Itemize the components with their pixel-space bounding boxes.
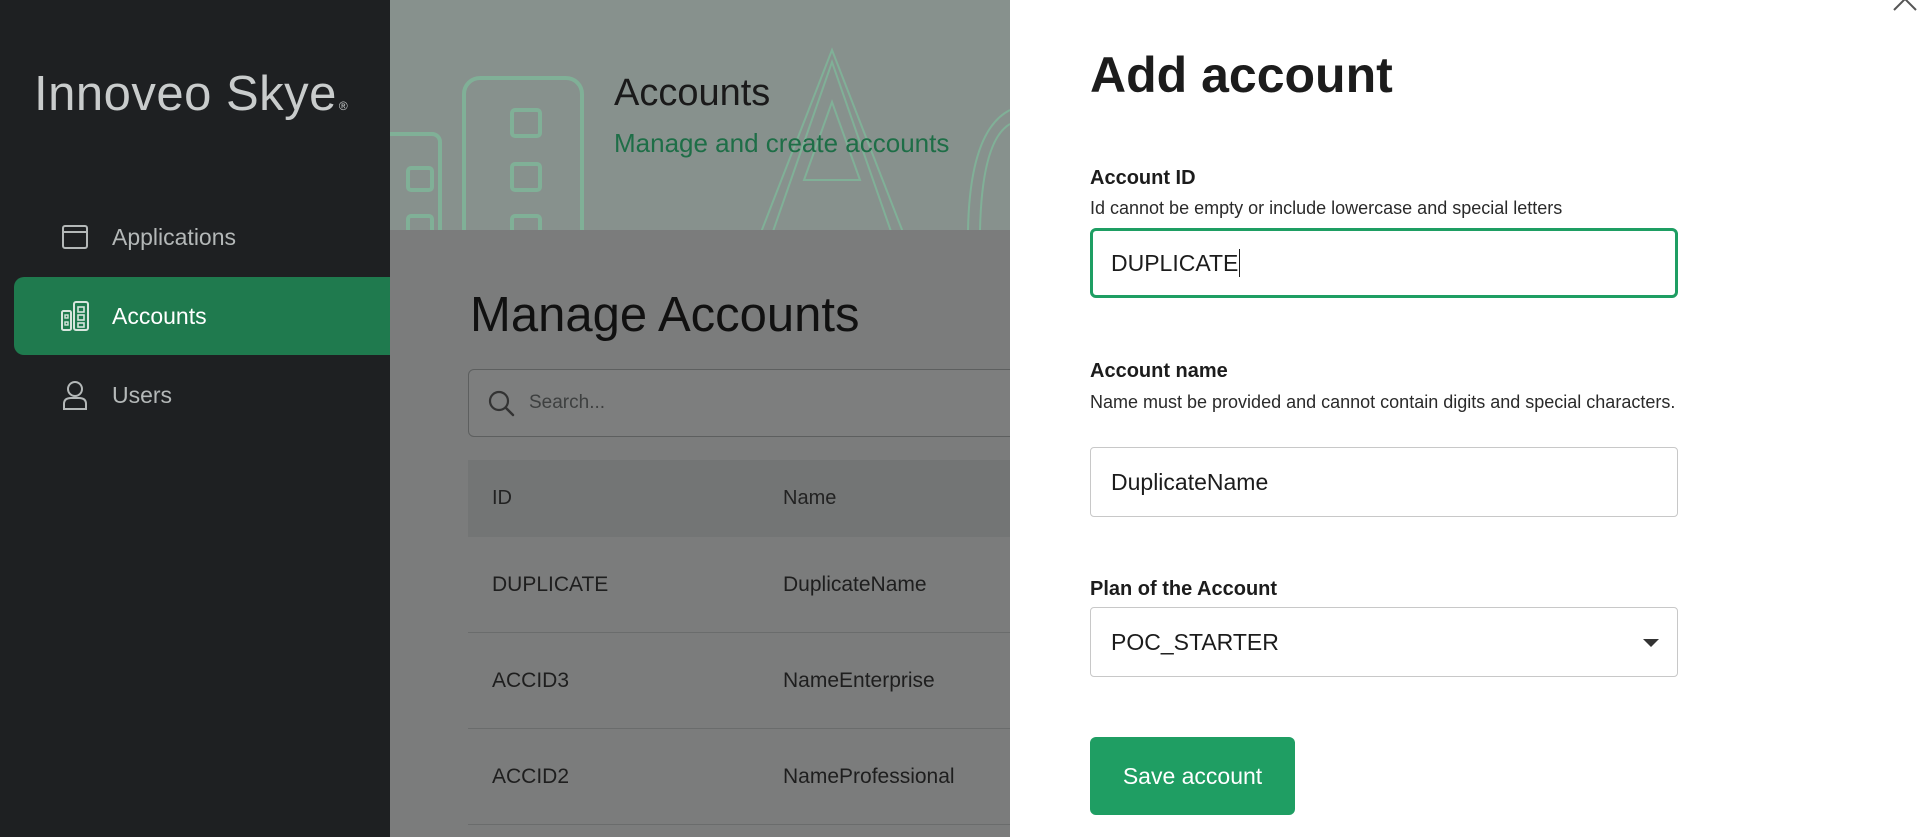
- registered-mark: ®: [338, 99, 349, 113]
- cell-name: DuplicateName: [783, 572, 927, 596]
- cell-id: ACCID3: [492, 668, 570, 692]
- drawer-title: Add account: [1090, 47, 1393, 103]
- table-header: ID Name: [468, 460, 1010, 537]
- cell-id: DUPLICATE: [492, 572, 609, 596]
- page-hero: Accounts Manage and create accounts: [390, 0, 1010, 230]
- account-name-value: DuplicateName: [1111, 468, 1269, 495]
- close-icon[interactable]: [1890, 0, 1920, 14]
- plan-select[interactable]: POC_STARTER: [1090, 607, 1678, 677]
- column-header-id[interactable]: ID: [468, 487, 783, 510]
- table-row[interactable]: ACCID3 NameEnterprise: [468, 633, 1010, 729]
- save-account-button[interactable]: Save account: [1090, 737, 1295, 815]
- account-id-hint: Id cannot be empty or include lowercase …: [1090, 198, 1563, 218]
- column-header-name[interactable]: Name: [783, 487, 1010, 510]
- sidebar-item-label: Users: [112, 381, 173, 408]
- sidebar: Innoveo Skye ® Applications Accounts User…: [0, 0, 390, 837]
- plan-value: POC_STARTER: [1111, 628, 1279, 655]
- search-placeholder: Search...: [529, 392, 606, 413]
- window-icon: [60, 222, 90, 252]
- hero-subtitle: Manage and create accounts: [614, 128, 950, 158]
- account-id-field[interactable]: DUPLICATE: [1090, 228, 1678, 298]
- table-row[interactable]: DUPLICATE DuplicateName: [468, 537, 1010, 633]
- account-id-value: DUPLICATE: [1111, 249, 1239, 276]
- user-icon: [60, 380, 90, 410]
- main-content-overlay: Accounts Manage and create accounts Mana…: [390, 0, 1010, 837]
- sidebar-item-label: Applications: [112, 223, 237, 250]
- account-name-field[interactable]: DuplicateName: [1090, 447, 1678, 517]
- sidebar-item-accounts[interactable]: Accounts: [14, 277, 390, 355]
- account-name-label: Account name: [1090, 360, 1228, 382]
- cell-name: NameProfessional: [783, 764, 955, 788]
- app-logo: Innoveo Skye ®: [34, 66, 348, 122]
- chevron-down-icon: [1643, 639, 1659, 647]
- sidebar-item-label: Accounts: [112, 302, 207, 329]
- search-input[interactable]: Search...: [468, 369, 1010, 437]
- sidebar-item-users[interactable]: Users: [14, 356, 390, 434]
- accounts-icon: [60, 301, 90, 331]
- account-name-hint: Name must be provided and cannot contain…: [1090, 392, 1676, 412]
- cell-name: NameEnterprise: [783, 668, 935, 692]
- cell-id: ACCID2: [492, 764, 570, 788]
- plan-label: Plan of the Account: [1090, 578, 1278, 600]
- accounts-table: ID Name DUPLICATE DuplicateName ACCID3 N…: [468, 460, 1010, 825]
- page-title: Manage Accounts: [470, 288, 860, 342]
- sidebar-item-applications[interactable]: Applications: [14, 198, 390, 276]
- hero-illustration: [390, 47, 1010, 230]
- search-icon: [488, 390, 515, 417]
- account-id-label: Account ID: [1090, 167, 1196, 189]
- hero-title: Accounts: [614, 72, 771, 114]
- add-account-drawer: Add account Account ID Id cannot be empt…: [1010, 0, 1920, 837]
- logo-text: Innoveo Skye: [34, 67, 337, 121]
- text-caret: [1239, 249, 1241, 277]
- table-row[interactable]: ACCID2 NameProfessional: [468, 729, 1010, 825]
